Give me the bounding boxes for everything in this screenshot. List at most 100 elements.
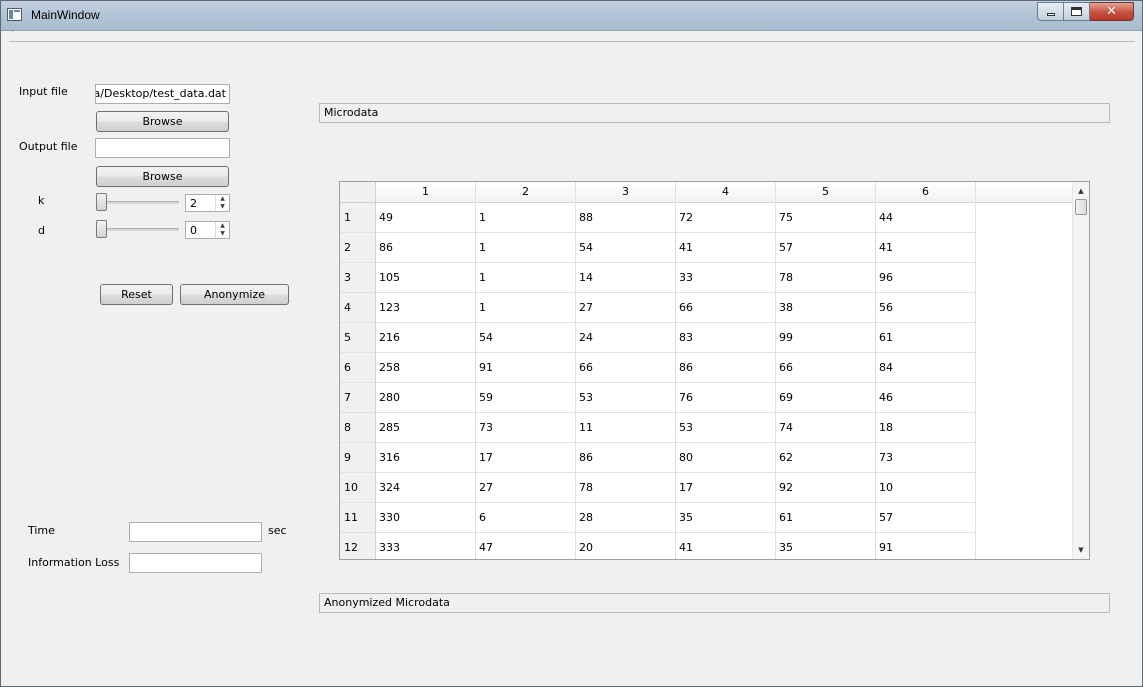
table-cell[interactable]: 27 [476, 473, 576, 503]
table-cell[interactable]: 66 [576, 353, 676, 383]
table-cell[interactable]: 35 [776, 533, 876, 559]
table-cell[interactable]: 1 [476, 203, 576, 233]
d-slider-handle[interactable] [96, 220, 107, 238]
table-cell[interactable]: 14 [576, 263, 676, 293]
table-cell[interactable]: 47 [476, 533, 576, 559]
table-cell[interactable]: 84 [876, 353, 976, 383]
k-slider[interactable] [96, 193, 179, 211]
row-header[interactable]: 2 [340, 233, 376, 263]
table-cell[interactable]: 99 [776, 323, 876, 353]
row-header[interactable]: 4 [340, 293, 376, 323]
table-cell[interactable]: 41 [676, 233, 776, 263]
column-header[interactable]: 3 [576, 182, 676, 203]
table-cell[interactable]: 333 [376, 533, 476, 559]
table-cell[interactable]: 53 [576, 383, 676, 413]
spin-down-icon[interactable]: ▼ [216, 203, 229, 211]
browse-output-button[interactable]: Browse [96, 166, 229, 187]
table-cell[interactable]: 73 [476, 413, 576, 443]
table-cell[interactable]: 216 [376, 323, 476, 353]
microdata-table[interactable]: 123456 1 2 3 4 5 6 7 8 9 10 11 12 49 1 88 72 75 44 86 1 54 4… [339, 181, 1090, 560]
table-cell[interactable]: 1 [476, 293, 576, 323]
table-cell[interactable]: 35 [676, 503, 776, 533]
table-cell[interactable]: 91 [876, 533, 976, 559]
input-file-field[interactable]: rina/Desktop/test_data.dat [95, 84, 230, 104]
table-cell[interactable]: 86 [576, 443, 676, 473]
maximize-button[interactable] [1064, 2, 1090, 21]
table-cell[interactable]: 59 [476, 383, 576, 413]
column-header[interactable]: 6 [876, 182, 976, 203]
table-cell[interactable]: 44 [876, 203, 976, 233]
table-cell[interactable]: 285 [376, 413, 476, 443]
table-cell[interactable]: 105 [376, 263, 476, 293]
table-cell[interactable]: 1 [476, 233, 576, 263]
table-cell[interactable]: 72 [676, 203, 776, 233]
column-header[interactable]: 5 [776, 182, 876, 203]
table-cell[interactable]: 324 [376, 473, 476, 503]
scroll-thumb[interactable] [1075, 199, 1087, 215]
table-cell[interactable]: 38 [776, 293, 876, 323]
table-cell[interactable]: 316 [376, 443, 476, 473]
row-header[interactable]: 1 [340, 203, 376, 233]
k-spinbox-arrows[interactable]: ▲ ▼ [215, 195, 229, 211]
table-cell[interactable]: 57 [876, 503, 976, 533]
table-cell[interactable]: 18 [876, 413, 976, 443]
column-header[interactable]: 1 [376, 182, 476, 203]
title-bar[interactable]: MainWindow [1, 1, 1142, 31]
table-cell[interactable]: 66 [676, 293, 776, 323]
d-spinbox[interactable]: 0 ▲ ▼ [185, 221, 230, 239]
row-header[interactable]: 7 [340, 383, 376, 413]
table-cell[interactable]: 24 [576, 323, 676, 353]
table-cell[interactable]: 83 [676, 323, 776, 353]
browse-input-button[interactable]: Browse [96, 111, 229, 132]
table-cell[interactable]: 17 [476, 443, 576, 473]
row-header[interactable]: 3 [340, 263, 376, 293]
table-cell[interactable]: 33 [676, 263, 776, 293]
row-header[interactable]: 10 [340, 473, 376, 503]
table-cell[interactable]: 17 [676, 473, 776, 503]
table-cell[interactable]: 91 [476, 353, 576, 383]
table-cell[interactable]: 78 [576, 473, 676, 503]
menu-bar[interactable]: · [9, 29, 1135, 42]
table-cell[interactable]: 96 [876, 263, 976, 293]
table-cell[interactable]: 10 [876, 473, 976, 503]
column-header[interactable]: 4 [676, 182, 776, 203]
table-cell[interactable]: 92 [776, 473, 876, 503]
table-cell[interactable]: 11 [576, 413, 676, 443]
minimize-button[interactable] [1037, 2, 1064, 21]
table-cell[interactable]: 80 [676, 443, 776, 473]
table-cell[interactable]: 20 [576, 533, 676, 559]
spin-up-icon[interactable]: ▲ [216, 195, 229, 203]
table-cell[interactable]: 75 [776, 203, 876, 233]
table-cell[interactable]: 27 [576, 293, 676, 323]
row-header[interactable]: 11 [340, 503, 376, 533]
table-corner[interactable] [340, 182, 376, 203]
table-cell[interactable]: 74 [776, 413, 876, 443]
table-cell[interactable]: 86 [676, 353, 776, 383]
table-cell[interactable]: 78 [776, 263, 876, 293]
table-cell[interactable]: 61 [876, 323, 976, 353]
information-loss-field[interactable] [129, 553, 262, 573]
table-cell[interactable]: 41 [876, 233, 976, 263]
k-slider-handle[interactable] [96, 193, 107, 211]
row-header[interactable]: 5 [340, 323, 376, 353]
table-cell[interactable]: 66 [776, 353, 876, 383]
table-cell[interactable]: 54 [576, 233, 676, 263]
table-cell[interactable]: 57 [776, 233, 876, 263]
table-cell[interactable]: 258 [376, 353, 476, 383]
row-header[interactable]: 9 [340, 443, 376, 473]
table-vertical-scrollbar[interactable]: ▲ ▼ [1072, 182, 1089, 559]
row-header[interactable]: 12 [340, 533, 376, 559]
table-cell[interactable]: 56 [876, 293, 976, 323]
table-cell[interactable]: 88 [576, 203, 676, 233]
close-button[interactable] [1090, 2, 1134, 21]
column-header[interactable]: 2 [476, 182, 576, 203]
spin-down-icon[interactable]: ▼ [216, 230, 229, 238]
table-cell[interactable]: 73 [876, 443, 976, 473]
table-cell[interactable]: 280 [376, 383, 476, 413]
d-spinbox-arrows[interactable]: ▲ ▼ [215, 222, 229, 238]
scroll-down-icon[interactable]: ▼ [1073, 542, 1089, 558]
spin-up-icon[interactable]: ▲ [216, 222, 229, 230]
table-cell[interactable]: 28 [576, 503, 676, 533]
row-header[interactable]: 8 [340, 413, 376, 443]
scroll-up-icon[interactable]: ▲ [1073, 183, 1089, 199]
